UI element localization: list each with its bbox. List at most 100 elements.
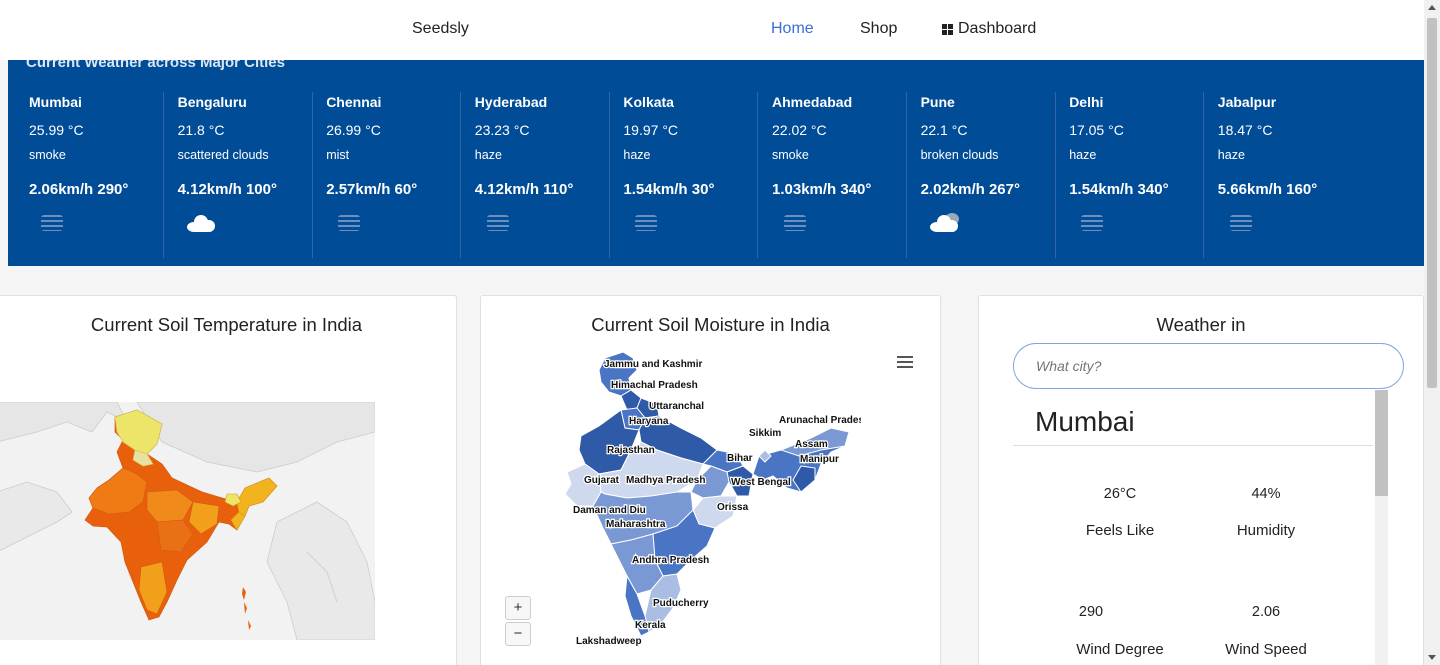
region-label-andhra-pradesh: Andhra Pradesh [632, 555, 709, 566]
weather-divider [1013, 445, 1373, 446]
broken-cloud-icon [929, 213, 960, 232]
haze-icon [1081, 215, 1104, 231]
weather-panel-scroll-thumb[interactable] [1375, 390, 1388, 496]
city-wind: 2.57km/h 60° [326, 181, 418, 198]
nav-home-link[interactable]: Home [771, 20, 814, 38]
city-weather-card: Delhi 17.05 °C haze 1.54km/h 340° [1056, 92, 1205, 258]
city-weather-strip: Current Weather across Major Cities Mumb… [8, 58, 1424, 266]
region-label-bihar: Bihar [727, 453, 753, 464]
city-temperature: 19.97 °C [623, 122, 679, 138]
city-condition: haze [1069, 148, 1097, 162]
soil-temperature-map[interactable] [0, 401, 376, 641]
region-label-gujarat: Gujarat [584, 475, 620, 486]
city-temperature: 26.99 °C [326, 122, 381, 138]
city-search-input[interactable] [1013, 343, 1404, 389]
city-name: Hyderabad [474, 94, 548, 110]
city-condition: haze [1217, 148, 1245, 162]
haze-icon [41, 215, 63, 231]
nav-dashboard-link[interactable]: Dashboard [942, 20, 1036, 38]
haze-icon [1229, 215, 1252, 231]
dashboard-grid-icon [942, 23, 953, 35]
wind-speed-label: Wind Speed [1225, 641, 1307, 658]
city-name: Kolkata [623, 94, 674, 110]
region-label-lakshadweep: Lakshadweep [576, 636, 642, 647]
brand-logo-text[interactable]: Seedsly [412, 20, 469, 38]
city-weather-card: Ahmedabad 22.02 °C smoke 1.03km/h 340° [759, 92, 907, 258]
city-name: Ahmedabad [772, 94, 853, 110]
city-weather-icon-wrap [475, 212, 609, 234]
city-temperature: 25.99 °C [29, 122, 84, 138]
city-wind: 1.54km/h 340° [1069, 181, 1169, 198]
city-condition: scattered clouds [177, 148, 269, 162]
navbar: Seedsly Home Shop Dashboard [0, 0, 1424, 60]
city-name: Jabalpur [1217, 94, 1277, 110]
city-wind: 1.54km/h 30° [623, 181, 715, 198]
city-condition: haze [474, 148, 502, 162]
region-label-puducherry: Puducherry [653, 598, 709, 609]
city-weather-icon-wrap [772, 212, 906, 234]
city-condition: smoke [772, 148, 809, 162]
haze-icon [784, 215, 806, 231]
weather-in-title: Weather in [1156, 314, 1246, 335]
region-label-maharashtra: Maharashtra [606, 519, 666, 530]
soil-moisture-title: Current Soil Moisture in India [591, 314, 830, 335]
city-temperature: 22.02 °C [772, 122, 827, 138]
city-weather-icon-wrap [623, 212, 757, 234]
city-weather-icon-wrap [29, 212, 163, 234]
soil-moisture-card: Current Soil Moisture in India Jammu and… [480, 295, 941, 665]
city-weather-card: Mumbai 25.99 °C smoke 2.06km/h 290° [16, 92, 164, 258]
region-label-madhya-pradesh: Madhya Pradesh [626, 475, 705, 486]
city-name: Delhi [1069, 94, 1104, 110]
city-temperature: 23.23 °C [474, 122, 530, 138]
city-temperature: 17.05 °C [1069, 122, 1124, 138]
page-scrollbar[interactable] [1424, 0, 1440, 665]
soil-temperature-title: Current Soil Temperature in India [90, 314, 363, 335]
region-label-orissa: Orissa [717, 502, 749, 513]
scroll-down-arrow-icon[interactable] [1428, 655, 1436, 660]
city-temperature: 18.47 °C [1217, 122, 1273, 138]
region-label-assam: Assam [795, 439, 828, 450]
city-weather-icon-wrap [178, 212, 312, 234]
city-weather-card: Kolkata 19.97 °C haze 1.54km/h 30° [610, 92, 759, 258]
city-condition: smoke [29, 148, 66, 162]
city-weather-card: Hyderabad 23.23 °C haze 4.12km/h 110° [462, 92, 610, 258]
chart-menu-icon[interactable] [897, 356, 913, 371]
city-name: Chennai [326, 94, 382, 110]
map-zoom-out-button[interactable]: − [505, 622, 531, 646]
region-label-daman-and-diu: Daman and Diu [573, 505, 646, 516]
feels-like-value: 26°C [1103, 486, 1137, 502]
city-temperature: 21.8 °C [177, 122, 225, 138]
city-weather-card: Pune 22.1 °C broken clouds 2.02km/h 267° [908, 92, 1056, 258]
humidity-label: Humidity [1236, 522, 1296, 539]
region-label-rajasthan: Rajasthan [607, 445, 655, 456]
city-name: Bengaluru [177, 94, 247, 110]
region-label-uttaranchal: Uttaranchal [649, 401, 704, 412]
weather-panel-scrollbar[interactable] [1375, 390, 1388, 665]
wind-degree-value: 290 [1078, 604, 1104, 620]
map-zoom-in-button[interactable]: + [505, 596, 531, 620]
soil-moisture-map[interactable]: Jammu and Kashmir Himachal Pradesh Uttar… [481, 346, 861, 656]
region-label-sikkim: Sikkim [749, 428, 781, 439]
weather-in-card: Weather in Mumbai 26°C 44% Feels Like Hu… [978, 295, 1424, 665]
city-condition: mist [326, 148, 350, 162]
haze-icon [635, 215, 658, 231]
humidity-value: 44% [1251, 486, 1281, 502]
wind-speed-value: 2.06 [1251, 604, 1281, 620]
haze-icon [338, 215, 361, 231]
city-weather-card: Jabalpur 18.47 °C haze 5.66km/h 160° [1205, 92, 1353, 258]
nav-shop-link[interactable]: Shop [860, 20, 897, 38]
city-wind: 2.02km/h 267° [920, 181, 1020, 198]
nav-dashboard-label: Dashboard [958, 20, 1037, 37]
city-name: Mumbai [29, 94, 82, 110]
page-scroll-thumb[interactable] [1427, 18, 1437, 388]
wind-degree-label: Wind Degree [1076, 641, 1164, 658]
weather-details-panel: Mumbai 26°C 44% Feels Like Humidity 290 … [1013, 390, 1375, 665]
city-name: Pune [920, 94, 955, 110]
city-weather-card: Chennai 26.99 °C mist 2.57km/h 60° [313, 92, 462, 258]
cloud-icon [186, 214, 217, 232]
city-condition: broken clouds [920, 148, 999, 162]
city-wind: 4.12km/h 110° [474, 181, 574, 198]
feels-like-label: Feels Like [1085, 522, 1155, 539]
city-wind: 2.06km/h 290° [29, 181, 129, 198]
scroll-up-arrow-icon[interactable] [1428, 5, 1436, 10]
